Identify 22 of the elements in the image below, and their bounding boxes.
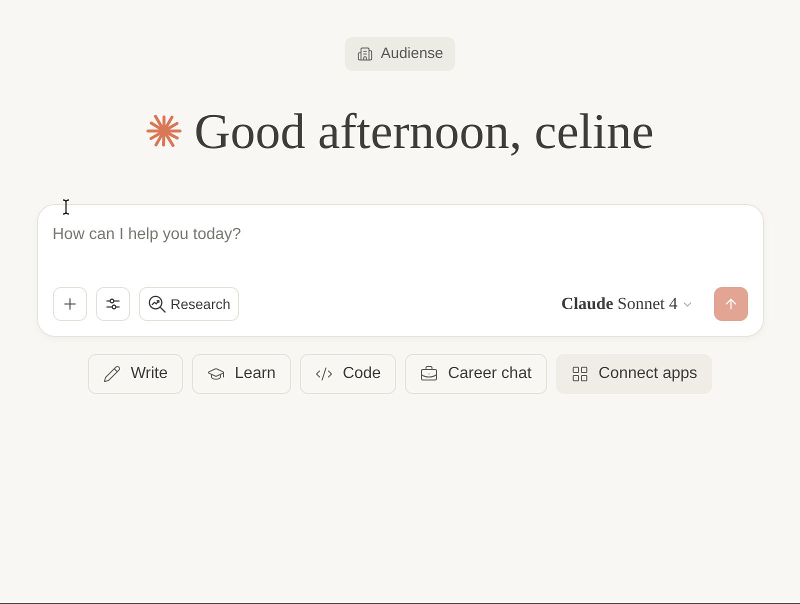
settings-button[interactable] bbox=[96, 287, 130, 321]
add-button[interactable] bbox=[52, 287, 86, 321]
asterisk-logo-icon bbox=[146, 113, 182, 149]
model-selector[interactable]: Claude Sonnet 4 bbox=[561, 287, 694, 321]
text-cursor-icon bbox=[62, 199, 70, 215]
suggestion-chip[interactable]: Write bbox=[88, 354, 183, 394]
suggestion-chip[interactable]: Learn bbox=[192, 354, 291, 394]
workspace-badge[interactable]: Audiense bbox=[344, 37, 456, 71]
magnifier-chart-icon bbox=[148, 295, 166, 313]
briefcase-icon bbox=[420, 365, 438, 383]
greeting-heading: Good afternoon, celine bbox=[194, 102, 654, 161]
pencil-icon bbox=[102, 365, 121, 383]
suggestion-chip[interactable]: Career chat bbox=[404, 354, 547, 394]
grid-icon bbox=[570, 365, 589, 383]
workspace-name: Audiense bbox=[380, 44, 444, 64]
research-button[interactable]: Research bbox=[138, 287, 240, 321]
building-icon bbox=[356, 46, 373, 62]
sliders-icon bbox=[106, 298, 120, 310]
code-icon bbox=[314, 365, 333, 383]
message-input[interactable]: How can I help you today? bbox=[52, 224, 748, 246]
suggestion-chip[interactable]: Code bbox=[300, 354, 396, 394]
suggestion-chip[interactable]: Connect apps bbox=[556, 354, 712, 394]
